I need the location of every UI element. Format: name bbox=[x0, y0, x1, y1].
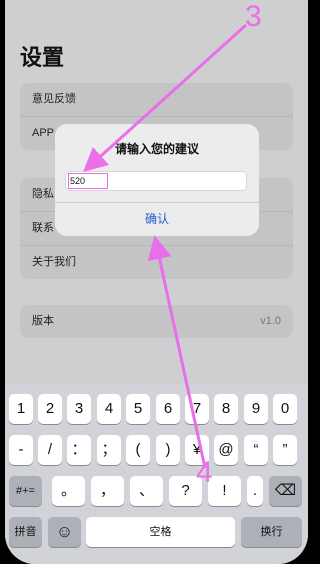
annotation-label-4: 4 bbox=[196, 456, 213, 489]
key-space[interactable]: 空格 bbox=[86, 517, 235, 547]
key-open-quote[interactable]: “ bbox=[244, 435, 268, 465]
annotation-label-3: 3 bbox=[245, 0, 262, 33]
key-semicolon[interactable]: ； bbox=[97, 435, 121, 465]
key-dot[interactable]: . bbox=[247, 476, 263, 506]
key-8[interactable]: 8 bbox=[214, 394, 238, 424]
key-close-quote[interactable]: ” bbox=[273, 435, 297, 465]
dialog-title: 请输入您的建议 bbox=[114, 142, 199, 156]
emoji-icon[interactable]: ☺ bbox=[48, 517, 81, 547]
key-slash[interactable]: / bbox=[38, 435, 62, 465]
key-exclamation[interactable]: ! bbox=[208, 476, 241, 506]
key-4[interactable]: 4 bbox=[97, 394, 121, 424]
key-6[interactable]: 6 bbox=[156, 394, 180, 424]
confirm-button[interactable]: 确认 bbox=[55, 203, 259, 236]
version-value: v1.0 bbox=[260, 315, 281, 327]
phone-screen: 设置 意见反馈 APP 隐私 联系 关于我们 版本 v1.0 请输入您的建议 5… bbox=[5, 0, 308, 564]
key-close-paren[interactable]: ) bbox=[156, 435, 180, 465]
key-return[interactable]: 换行 bbox=[241, 517, 302, 547]
key-symbols[interactable]: #+= bbox=[9, 476, 42, 506]
key-0[interactable]: 0 bbox=[273, 394, 297, 424]
key-open-paren[interactable]: ( bbox=[126, 435, 150, 465]
key-9[interactable]: 9 bbox=[244, 394, 268, 424]
key-5[interactable]: 5 bbox=[126, 394, 150, 424]
key-3[interactable]: 3 bbox=[67, 394, 91, 424]
key-pinyin[interactable]: 拼音 bbox=[9, 517, 42, 547]
key-period-cn[interactable]: 。 bbox=[52, 476, 85, 506]
input-highlight-box bbox=[68, 173, 108, 189]
suggestion-dialog: 请输入您的建议 520 确认 bbox=[55, 124, 259, 236]
key-enum-comma[interactable]: 、 bbox=[130, 476, 163, 506]
settings-item-feedback[interactable]: 意见反馈 bbox=[20, 83, 293, 117]
settings-item-version: 版本 v1.0 bbox=[20, 305, 293, 338]
settings-item-about-us[interactable]: 关于我们 bbox=[20, 246, 293, 279]
key-7[interactable]: 7 bbox=[185, 394, 209, 424]
key-hyphen[interactable]: - bbox=[9, 435, 33, 465]
page-title: 设置 bbox=[20, 45, 65, 70]
key-colon[interactable]: ： bbox=[67, 435, 91, 465]
settings-group-version: 版本 v1.0 bbox=[20, 305, 293, 338]
key-1[interactable]: 1 bbox=[9, 394, 33, 424]
key-2[interactable]: 2 bbox=[38, 394, 62, 424]
key-at[interactable]: @ bbox=[214, 435, 238, 465]
backspace-icon[interactable]: ⌫ bbox=[269, 476, 302, 506]
key-comma-cn[interactable]: ， bbox=[91, 476, 124, 506]
keyboard: 1 2 3 4 5 6 7 8 9 0 - / ： ； ( ) ¥ @ “ ” … bbox=[5, 384, 308, 564]
